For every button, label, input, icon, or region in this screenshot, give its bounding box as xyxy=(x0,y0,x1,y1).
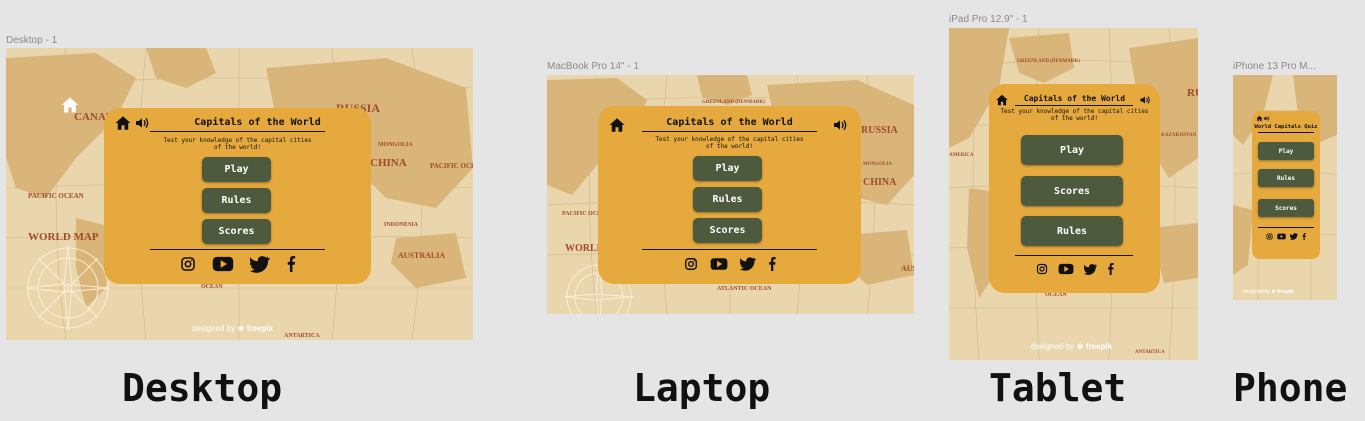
rules-button[interactable]: Rules xyxy=(1258,169,1314,187)
social-links xyxy=(1252,231,1320,241)
youtube-icon[interactable] xyxy=(212,256,234,272)
credit-brand: freepik xyxy=(1277,289,1294,295)
quiz-subtitle-line2: of the world! xyxy=(706,143,753,150)
youtube-icon[interactable] xyxy=(1058,263,1074,275)
quiz-card: Capitals of the World Test your knowledg… xyxy=(104,108,371,284)
quiz-title: Capitals of the World xyxy=(666,117,793,128)
quiz-subtitle-line2: of the world! xyxy=(1051,115,1098,122)
facebook-icon[interactable] xyxy=(768,257,776,271)
title-divider xyxy=(642,131,817,132)
map-label-world-map: WORLD MAP xyxy=(28,231,99,243)
scores-button[interactable]: Scores xyxy=(1021,176,1123,206)
phone-frame: World Capitals Quiz Play Rules Scores de… xyxy=(1233,75,1337,300)
volume-icon[interactable] xyxy=(1263,115,1270,122)
map-label-china: CHINA xyxy=(863,177,897,188)
quiz-title: World Capitals Quiz xyxy=(1254,124,1318,130)
footer-divider xyxy=(1015,255,1133,256)
twitter-icon[interactable] xyxy=(1083,263,1097,275)
rules-button[interactable]: Rules xyxy=(1021,216,1123,246)
footer-divider xyxy=(1258,227,1314,228)
facebook-icon[interactable] xyxy=(286,256,296,272)
title-divider xyxy=(150,131,325,132)
quiz-subtitle-line2: of the world! xyxy=(214,144,261,151)
scores-button[interactable]: Scores xyxy=(202,219,271,244)
desktop-frame: CANADA RUSSIA CHINA PACIFIC OCEAN PACIFI… xyxy=(6,48,473,340)
social-links xyxy=(989,261,1160,277)
freepik-credit: designed by ♚ freepik xyxy=(1243,289,1294,295)
instagram-icon[interactable] xyxy=(1036,263,1048,275)
map-label-russia: RUSSIA xyxy=(1187,87,1198,99)
youtube-icon[interactable] xyxy=(1277,233,1286,240)
caption-phone: Phone xyxy=(1233,366,1348,410)
caption-tablet: Tablet xyxy=(989,366,1127,410)
home-icon[interactable] xyxy=(114,114,132,132)
freepik-credit: designed by ♚ freepik xyxy=(192,324,274,333)
map-label-mongolia: MONGOLIA xyxy=(863,162,892,167)
title-divider xyxy=(1015,105,1133,106)
instagram-icon[interactable] xyxy=(684,257,698,271)
laptop-frame: PACIFIC OCEAN WORLD MAP RUSSIA CHINA MON… xyxy=(547,75,914,314)
credit-prefix: designed by xyxy=(1243,289,1270,295)
map-label-antartica: ANTARTICA xyxy=(1135,350,1165,355)
social-links xyxy=(598,255,861,273)
credit-prefix: designed by xyxy=(192,324,236,333)
social-links xyxy=(104,254,371,274)
rules-button[interactable]: Rules xyxy=(202,188,271,213)
twitter-icon[interactable] xyxy=(739,257,756,271)
quiz-title: Capitals of the World xyxy=(1023,94,1126,103)
facebook-icon[interactable] xyxy=(1107,263,1114,275)
map-label-australia: AUSTRALIA xyxy=(901,264,914,273)
tablet-frame-label: iPad Pro 12.9" - 1 xyxy=(949,14,1028,25)
quiz-card: World Capitals Quiz Play Rules Scores xyxy=(1252,111,1320,259)
scores-button[interactable]: Scores xyxy=(1258,199,1314,217)
map-label-russia: RUSSIA xyxy=(861,125,898,136)
youtube-icon[interactable] xyxy=(710,257,728,271)
phone-frame-label: iPhone 13 Pro M... xyxy=(1233,61,1316,72)
laptop-frame-label: MacBook Pro 14" - 1 xyxy=(547,61,639,72)
footer-divider xyxy=(150,249,325,250)
twitter-icon[interactable] xyxy=(1290,232,1298,240)
map-label-pacific: PACIFIC OCEAN xyxy=(28,192,84,200)
tablet-frame: GREENLAND (DENMARK) RUSSIA KAZAKHSTAN AM… xyxy=(949,28,1198,360)
map-label-kazakhstan: KAZAKHSTAN xyxy=(1161,133,1197,138)
map-label-america: AMERICA xyxy=(949,153,974,158)
map-label-atlantic: ATLANTIC OCEAN xyxy=(717,286,772,292)
caption-laptop: Laptop xyxy=(633,366,771,410)
scores-button[interactable]: Scores xyxy=(693,218,762,243)
map-label-ocean: OCEAN xyxy=(201,284,223,290)
play-button[interactable]: Play xyxy=(693,156,762,181)
map-label-greenland: GREENLAND (DENMARK) xyxy=(702,100,765,105)
footer-divider xyxy=(642,249,817,250)
quiz-title: Capitals of the World xyxy=(194,117,321,128)
map-label-pacific-east: PACIFIC OCEAN xyxy=(430,162,473,170)
caption-desktop: Desktop xyxy=(122,366,283,410)
instagram-icon[interactable] xyxy=(1266,232,1273,240)
map-label-china: CHINA xyxy=(370,157,407,169)
twitter-icon[interactable] xyxy=(249,255,270,273)
credit-prefix: designed by xyxy=(1031,342,1075,351)
home-icon[interactable] xyxy=(60,95,80,115)
map-label-greenland: GREENLAND (DENMARK) xyxy=(1017,59,1080,64)
map-label-antartica: ANTARTICA xyxy=(284,333,320,339)
map-label-indonesia: INDONESIA xyxy=(384,222,419,228)
quiz-card: Capitals of the World Test your knowledg… xyxy=(989,84,1160,293)
map-label-mongolia: MONGOLIA xyxy=(378,142,413,148)
quiz-card: Capitals of the World Test your knowledg… xyxy=(598,106,861,284)
desktop-frame-label: Desktop - 1 xyxy=(6,35,58,46)
play-button[interactable]: Play xyxy=(202,157,271,182)
freepik-credit: designed by ♚ freepik xyxy=(1031,342,1113,351)
title-divider xyxy=(1258,132,1314,133)
home-icon[interactable] xyxy=(1256,115,1263,122)
instagram-icon[interactable] xyxy=(180,256,196,272)
credit-brand: freepik xyxy=(246,324,274,333)
play-button[interactable]: Play xyxy=(1021,135,1123,165)
map-label-australia: AUSTRALIA xyxy=(398,251,445,260)
rules-button[interactable]: Rules xyxy=(693,187,762,212)
credit-brand: freepik xyxy=(1085,342,1113,351)
play-button[interactable]: Play xyxy=(1258,142,1314,160)
facebook-icon[interactable] xyxy=(1302,232,1306,240)
